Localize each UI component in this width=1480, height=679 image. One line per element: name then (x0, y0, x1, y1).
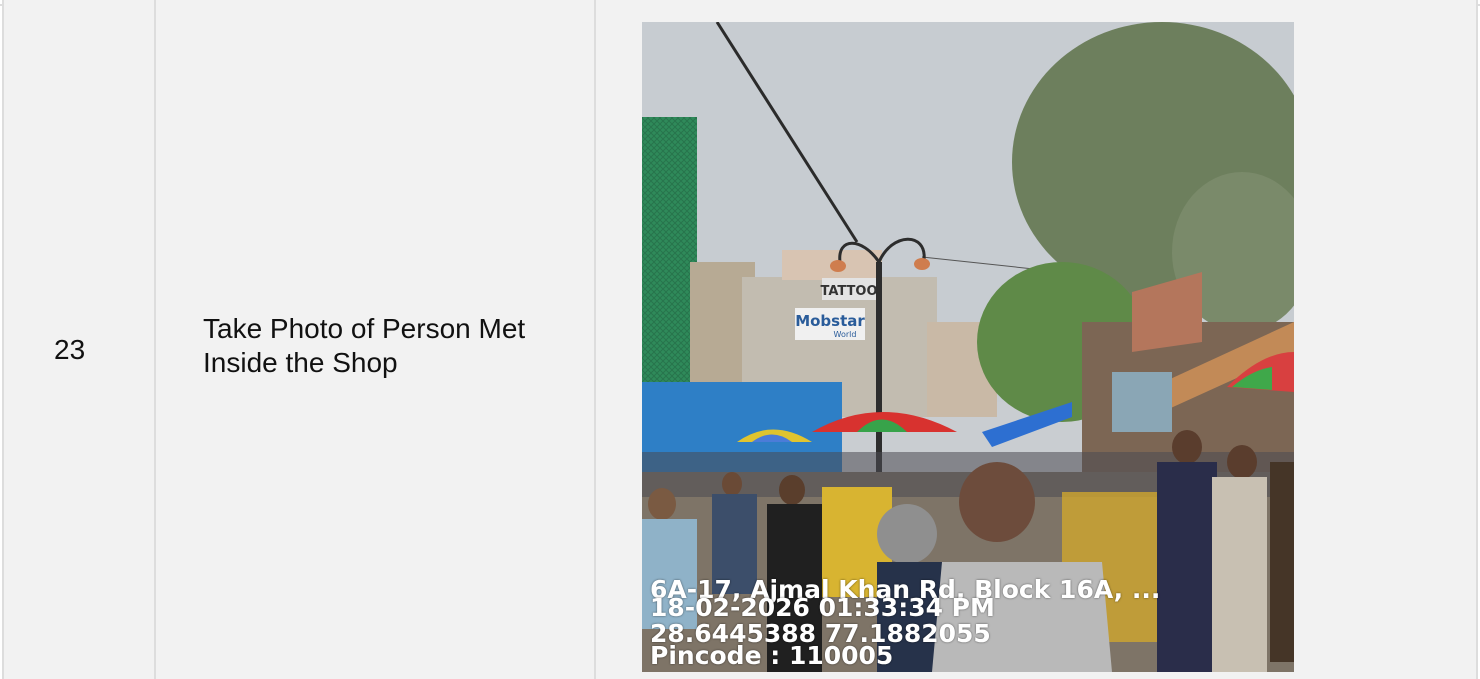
mobstar-subsign: World (834, 330, 857, 339)
photo-stamp-datetime: 18-02-2026 01:33:34 PM (650, 593, 995, 622)
row-label: Take Photo of Person Met Inside the Shop (203, 313, 526, 378)
photo-stamp-pincode: Pincode : 110005 (650, 641, 894, 670)
tattoo-sign: TATTOO (820, 284, 877, 299)
mobstar-sign: Mobstar (795, 312, 865, 330)
shop-photo[interactable]: TATTOO Mobstar World 6A-17, Ajmal Khan R… (642, 22, 1294, 672)
row-number: 23 (54, 334, 86, 365)
data-table: 23 Take Photo of Person Met Inside the S… (0, 0, 1480, 679)
